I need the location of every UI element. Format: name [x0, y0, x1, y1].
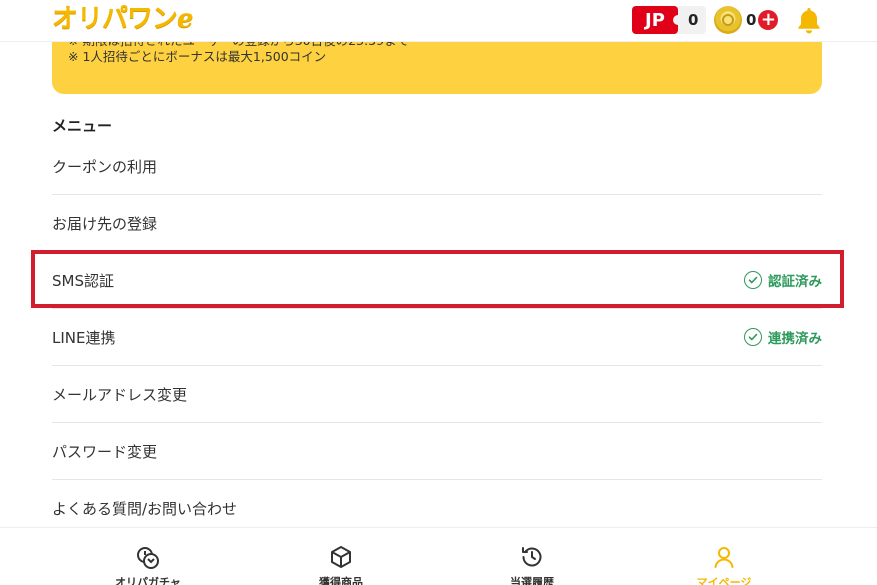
- status-text: 連携済み: [768, 331, 822, 347]
- app-header: オリパワンℯ JP 0 0 +: [0, 0, 877, 42]
- coin-count: 0: [746, 11, 757, 29]
- jp-points[interactable]: JP 0: [632, 6, 707, 34]
- menu-item-label: よくある質問/お問い合わせ: [52, 500, 238, 518]
- menu-item-sms-verification[interactable]: SMS認証 認証済み: [52, 252, 822, 309]
- box-icon: [331, 546, 351, 568]
- user-icon: [714, 547, 734, 568]
- menu-title: メニュー: [52, 117, 113, 135]
- menu-item-email-change[interactable]: メールアドレス変更: [52, 366, 822, 423]
- nav-label: マイページ: [696, 576, 752, 585]
- coin-balance[interactable]: 0 +: [714, 6, 779, 34]
- menu-item-label: お届け先の登録: [52, 214, 158, 233]
- menu-item-address[interactable]: お届け先の登録: [52, 195, 822, 252]
- menu-item-label: メールアドレス変更: [52, 385, 188, 404]
- menu-item-label: SMS認証: [52, 271, 114, 290]
- check-circle-icon: [744, 271, 762, 289]
- nav-label: オリパガチャ: [115, 576, 181, 585]
- bell-icon[interactable]: [796, 6, 822, 34]
- app-logo[interactable]: オリパワンℯ: [52, 2, 194, 36]
- menu-item-label: パスワード変更: [52, 442, 158, 461]
- coin-icon: [714, 6, 742, 34]
- history-icon: [522, 547, 542, 567]
- nav-mypage[interactable]: マイページ: [664, 528, 784, 585]
- menu-item-label: LINE連携: [52, 328, 116, 347]
- nav-gacha[interactable]: オリパガチャ: [88, 528, 208, 585]
- nav-label: 獲得商品: [319, 576, 363, 585]
- add-coin-button[interactable]: +: [758, 10, 779, 30]
- nav-label: 当選履歴: [510, 576, 554, 585]
- notice-line-2: ※ 1人招待ごとにボーナスは最大1,500コイン: [68, 49, 327, 64]
- sms-verified-status: 認証済み: [744, 270, 822, 290]
- nav-win-history[interactable]: 当選履歴: [472, 528, 592, 585]
- gacha-icon: [137, 547, 159, 569]
- status-text: 認証済み: [768, 274, 822, 290]
- menu-item-line-link[interactable]: LINE連携 連携済み: [52, 309, 822, 366]
- menu-item-label: クーポンの利用: [52, 157, 158, 176]
- check-circle-icon: [744, 328, 762, 346]
- bottom-navigation: オリパガチャ 獲得商品 当選履歴 マイページ: [0, 527, 877, 585]
- menu-item-password-change[interactable]: パスワード変更: [52, 423, 822, 480]
- jp-badge: JP: [632, 6, 683, 34]
- nav-items-won[interactable]: 獲得商品: [281, 528, 401, 585]
- line-linked-status: 連携済み: [744, 327, 822, 347]
- menu-item-coupon[interactable]: クーポンの利用: [52, 138, 822, 195]
